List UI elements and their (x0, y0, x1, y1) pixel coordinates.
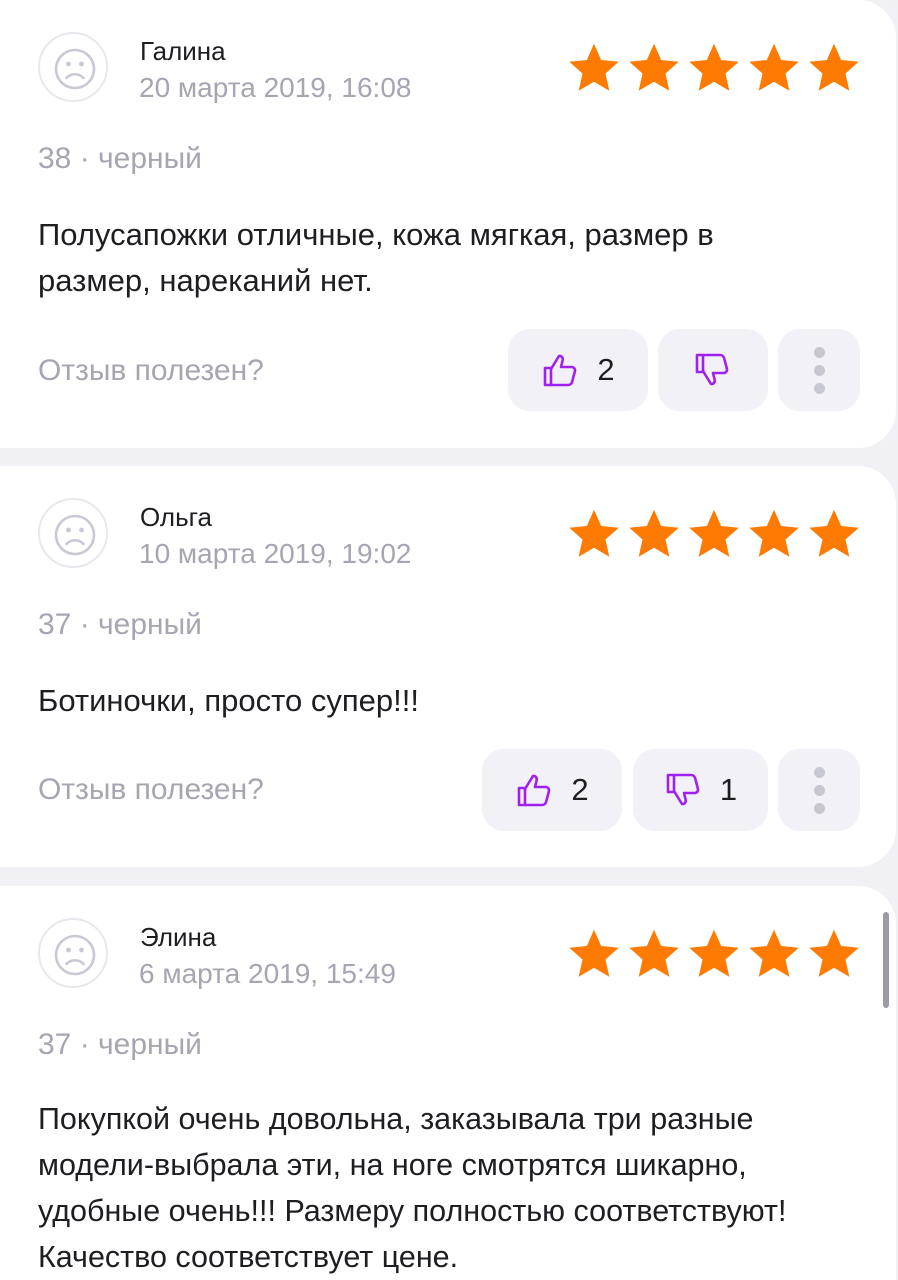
star-icon (746, 506, 802, 562)
sad-face-icon (53, 513, 97, 557)
sad-face-icon (53, 933, 97, 977)
thumbs-up-icon (541, 350, 581, 390)
star-icon (626, 506, 682, 562)
review-text: Полусапожки отличные, кожа мягкая, разме… (38, 217, 714, 298)
review-date: 6 марта 2019, 15:49 (139, 958, 396, 989)
more-dots-icon (814, 365, 825, 376)
avatar (38, 498, 108, 568)
more-dots-icon (814, 383, 825, 394)
like-count: 2 (597, 352, 615, 387)
star-icon (746, 40, 802, 96)
review-date: 10 марта 2019, 19:02 (139, 538, 412, 569)
review-variant: 37 · черный (38, 608, 202, 641)
more-dots-icon (814, 767, 825, 778)
dislike-button[interactable]: 1 (633, 749, 768, 831)
review-author: Ольга (140, 502, 213, 532)
like-count: 2 (571, 772, 589, 807)
avatar (38, 918, 108, 988)
star-icon (626, 40, 682, 96)
sad-face-icon (53, 47, 97, 91)
star-icon (686, 40, 742, 96)
rating-stars (566, 506, 862, 562)
thumbs-down-icon (664, 770, 704, 810)
rating-stars (566, 926, 862, 982)
rating-stars (566, 40, 862, 96)
star-icon (746, 926, 802, 982)
star-icon (566, 926, 622, 982)
thumbs-up-icon (515, 770, 555, 810)
more-options-button[interactable] (778, 749, 860, 831)
review-date: 20 марта 2019, 16:08 (139, 72, 412, 103)
star-icon (806, 926, 862, 982)
review-card: Ольга 10 марта 2019, 19:02 37 · черный Б… (0, 466, 896, 867)
review-card: Элина 6 марта 2019, 15:49 37 · черный По… (0, 886, 896, 1280)
avatar (38, 32, 108, 102)
review-author: Галина (140, 36, 226, 66)
like-button[interactable]: 2 (508, 329, 648, 411)
review-variant: 37 · черный (38, 1028, 202, 1061)
dislike-button[interactable] (658, 329, 768, 411)
star-icon (566, 40, 622, 96)
star-icon (806, 506, 862, 562)
review-text: Ботиночки, просто супер!!! (38, 683, 419, 718)
star-icon (686, 926, 742, 982)
more-options-button[interactable] (778, 329, 860, 411)
like-button[interactable]: 2 (482, 749, 622, 831)
more-dots-icon (814, 347, 825, 358)
helpful-label: Отзыв полезен? (38, 773, 264, 806)
more-dots-icon (814, 785, 825, 796)
dislike-count: 1 (719, 772, 738, 807)
review-text: Покупкой очень довольна, заказывала три … (38, 1102, 787, 1274)
star-icon (566, 506, 622, 562)
scrollbar[interactable] (883, 912, 889, 1008)
star-icon (806, 40, 862, 96)
star-icon (686, 506, 742, 562)
review-author: Элина (140, 922, 217, 952)
thumbs-down-icon (693, 350, 733, 390)
more-dots-icon (814, 803, 825, 814)
helpful-label: Отзыв полезен? (38, 354, 264, 387)
review-variant: 38 · черный (38, 142, 202, 175)
star-icon (626, 926, 682, 982)
review-card: Галина 20 марта 2019, 16:08 38 · черный … (0, 0, 896, 448)
